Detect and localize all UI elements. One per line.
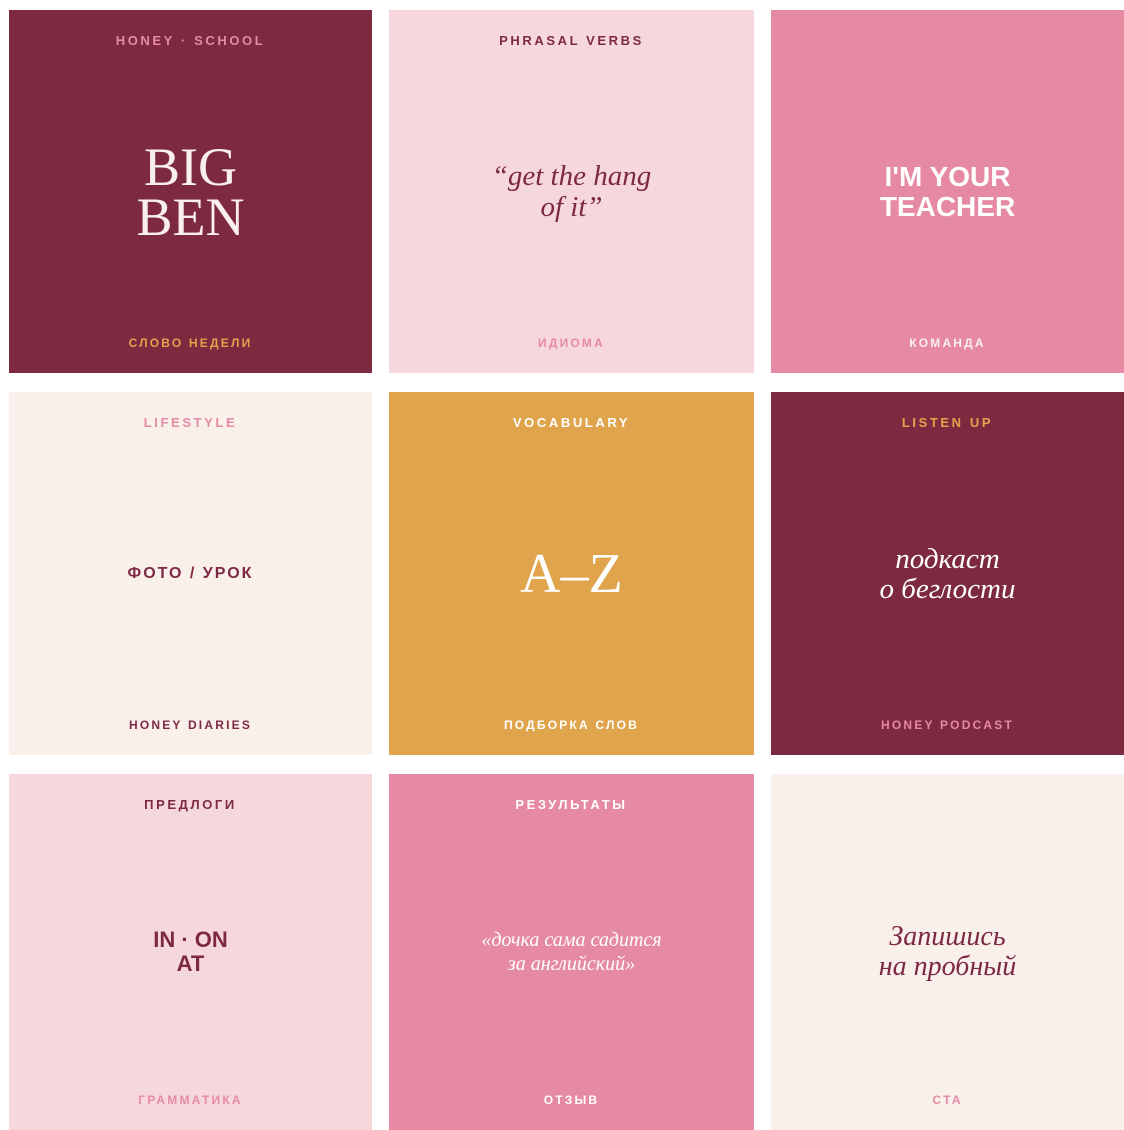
tile-main-text: подкаст о беглости: [879, 542, 1016, 605]
tile-podcast[interactable]: LISTEN UP подкаст о беглости HONEY PODCA…: [771, 392, 1124, 755]
tile-main-text: I'M YOUR TEACHER: [879, 160, 1016, 222]
tile-main-text: IN · ON AT: [153, 927, 228, 976]
tile-word-of-week[interactable]: HONEY · SCHOOL BIG BEN СЛОВО НЕДЕЛИ: [9, 10, 372, 373]
tile-bottom-label: HONEY PODCAST: [880, 718, 1015, 732]
tile-main-text: A–Z: [520, 542, 623, 605]
tile-results[interactable]: РЕЗУЛЬТАТЫ «дочка сама садится за англий…: [389, 774, 754, 1130]
tile-main-text: «дочка сама садится за английский»: [481, 929, 662, 975]
tile-prepositions[interactable]: ПРЕДЛОГИ IN · ON AT ГРАММАТИКА: [9, 774, 372, 1130]
tile-main-text: BIG BEN: [136, 136, 245, 247]
tile-main-text: ФОТО / УРОК: [127, 564, 254, 582]
tile-bottom-label: КОМАНДА: [909, 336, 986, 350]
tile-bottom-label: ГРАММАТИКА: [138, 1093, 243, 1107]
tile-main-text: Запишись на пробный: [878, 921, 1017, 982]
tile-cta[interactable]: Запишись на пробный CTA: [771, 774, 1124, 1130]
tile-bottom-label: CTA: [932, 1093, 963, 1107]
tile-bottom-label: HONEY DIARIES: [128, 718, 253, 732]
tile-lifestyle[interactable]: LIFESTYLE ФОТО / УРОК HONEY DIARIES: [9, 392, 372, 755]
tile-main-text: “get the hang of it”: [491, 159, 652, 223]
tile-bottom-label: ИДИОМА: [538, 336, 605, 350]
tile-idiom[interactable]: PHRASAL VERBS “get the hang of it” ИДИОМ…: [389, 10, 754, 373]
tile-bottom-label: ОТЗЫВ: [543, 1093, 600, 1107]
tile-team[interactable]: I'M YOUR TEACHER КОМАНДА: [771, 10, 1124, 373]
tile-bottom-label: ПОДБОРКА СЛОВ: [503, 718, 640, 732]
tile-vocabulary[interactable]: VOCABULARY A–Z ПОДБОРКА СЛОВ: [389, 392, 754, 755]
tile-bottom-label: СЛОВО НЕДЕЛИ: [128, 336, 253, 350]
